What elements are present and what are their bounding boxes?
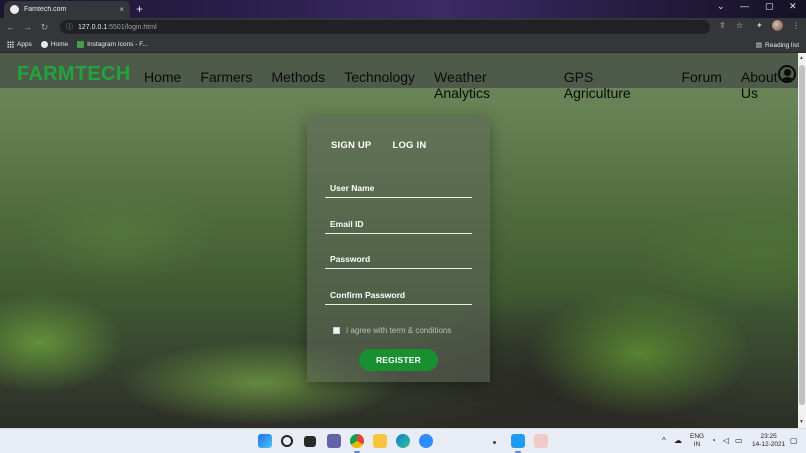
bookmark-star-icon[interactable]: ☆	[736, 21, 743, 30]
site-logo[interactable]: FARMTECH	[17, 63, 131, 86]
address-bar-row: ← → ↻ ⓘ 127.0.0.1:5501/login.html ⇪ ☆ ✦ …	[0, 18, 806, 36]
site-navbar: FARMTECH Home Farmers Methods Technology…	[0, 53, 798, 101]
new-tab-button[interactable]: +	[136, 2, 143, 16]
browser-menu-icon[interactable]: ⋮	[792, 21, 800, 30]
app-pinned-icon[interactable]	[534, 434, 548, 448]
confirm-password-input[interactable]: Confirm Password	[325, 290, 472, 305]
taskbar-dot-icon	[493, 441, 496, 444]
email-input[interactable]: Email ID	[325, 219, 472, 234]
nav-weather-analytics[interactable]: Weather Analytics	[434, 69, 545, 101]
extensions-icon[interactable]: ✦	[756, 21, 763, 30]
teams-chat-icon[interactable]	[327, 434, 341, 448]
windows-taskbar: ^ ☁ ENG IN ◔ ◁ ▭ 23:25 14-12-2021 ▢	[0, 428, 806, 453]
window-close-button[interactable]: ✕	[789, 1, 797, 12]
back-icon[interactable]: ←	[2, 22, 19, 32]
tab-favicon-icon	[10, 5, 19, 14]
language-code: ENG	[690, 433, 705, 440]
url-input[interactable]: ⓘ 127.0.0.1:5501/login.html	[60, 20, 710, 34]
chrome-taskbar-icon[interactable]	[350, 434, 364, 453]
vscode-icon[interactable]	[511, 434, 525, 453]
scroll-up-icon[interactable]: ▲	[799, 55, 804, 61]
task-view-icon[interactable]	[304, 436, 316, 447]
bookmarks-bar: Apps Home Instagram Icons - F...	[0, 36, 806, 53]
password-input[interactable]: Password	[325, 254, 472, 269]
reading-list-icon: ▤	[755, 42, 763, 49]
nav-technology[interactable]: Technology	[344, 69, 415, 101]
battery-icon[interactable]: ▭	[735, 436, 743, 445]
share-icon[interactable]: ⇪	[719, 21, 726, 30]
terms-label: I agree with term & conditions	[346, 326, 452, 335]
minimize-button[interactable]: —	[740, 1, 749, 11]
user-name-input[interactable]: User Name	[325, 183, 472, 198]
language-indicator[interactable]: ENG IN	[690, 433, 704, 449]
bookmark-apps-label: Apps	[17, 40, 32, 48]
instagram-icon	[77, 40, 85, 48]
user-account-icon[interactable]	[778, 65, 796, 83]
terms-row: I agree with term & conditions	[333, 326, 451, 335]
cloud-icon[interactable]: ☁	[674, 436, 682, 445]
register-button[interactable]: REGISTER	[359, 349, 438, 371]
clock[interactable]: 23:25 14-12-2021	[752, 433, 785, 449]
tab-search-icon[interactable]: ⌄	[717, 1, 725, 12]
tab-close-icon[interactable]: ×	[119, 5, 124, 14]
zoom-icon[interactable]	[419, 434, 433, 448]
site-info-icon[interactable]: ⓘ	[66, 22, 73, 32]
bookmark-home-label: Home	[50, 40, 69, 48]
terms-checkbox[interactable]	[333, 327, 340, 334]
show-hidden-icons-icon[interactable]: ^	[662, 436, 666, 445]
globe-icon	[40, 40, 48, 48]
nav-farmers[interactable]: Farmers	[200, 69, 252, 101]
volume-icon[interactable]: ◁	[723, 436, 729, 445]
edge-icon[interactable]	[396, 434, 410, 448]
reload-icon[interactable]: ↻	[36, 22, 53, 33]
url-host: 127.0.0.1	[78, 23, 108, 31]
clock-time: 23:25	[760, 433, 777, 440]
auth-tabs: SIGN UP LOG IN	[331, 140, 426, 151]
notification-icon[interactable]: ▢	[790, 436, 798, 445]
reading-list-button[interactable]: ▤ Reading list	[755, 41, 799, 50]
nav-gps-agriculture[interactable]: GPS Agriculture	[564, 69, 663, 101]
scrollbar-thumb[interactable]	[799, 65, 805, 405]
start-windows-icon[interactable]	[258, 434, 272, 448]
bookmark-home[interactable]: Home	[40, 40, 69, 48]
nav-home[interactable]: Home	[144, 69, 181, 101]
nav-methods[interactable]: Methods	[271, 69, 325, 101]
bookmark-apps[interactable]: Apps	[7, 40, 32, 48]
tab-title: Famtech.com	[24, 6, 67, 13]
bookmark-instagram-icons[interactable]: Instagram Icons - F...	[77, 40, 148, 48]
forward-icon[interactable]: →	[19, 22, 36, 32]
signup-card: SIGN UP LOG IN User Name Email ID Passwo…	[307, 116, 490, 382]
file-explorer-icon[interactable]	[373, 434, 387, 448]
apps-grid-icon	[7, 40, 14, 48]
user-head-shape	[784, 69, 791, 76]
language-region: IN	[693, 441, 701, 448]
nav-forum[interactable]: Forum	[681, 69, 721, 101]
bookmark-instagram-label: Instagram Icons - F...	[87, 40, 148, 48]
maximize-button[interactable]: ▢	[765, 1, 774, 12]
nav-links: Home Farmers Methods Technology Weather …	[144, 69, 798, 101]
page-viewport: FARMTECH Home Farmers Methods Technology…	[0, 53, 798, 428]
browser-tab[interactable]: Famtech.com ×	[4, 1, 130, 18]
browser-tabstrip: Famtech.com × + ⌄ — ▢ ✕	[0, 0, 806, 18]
clock-date: 14-12-2021	[752, 441, 786, 448]
wifi-icon[interactable]: ◔	[711, 436, 716, 445]
scroll-down-icon[interactable]: ▼	[799, 419, 804, 425]
url-path: :5501/login.html	[107, 23, 157, 31]
search-icon[interactable]	[281, 435, 293, 447]
tab-sign-up[interactable]: SIGN UP	[331, 140, 371, 151]
page-scrollbar[interactable]: ▲ ▼	[798, 53, 806, 428]
reading-list-label: Reading list	[765, 41, 799, 49]
tab-log-in[interactable]: LOG IN	[392, 140, 426, 151]
profile-avatar[interactable]	[772, 20, 783, 31]
